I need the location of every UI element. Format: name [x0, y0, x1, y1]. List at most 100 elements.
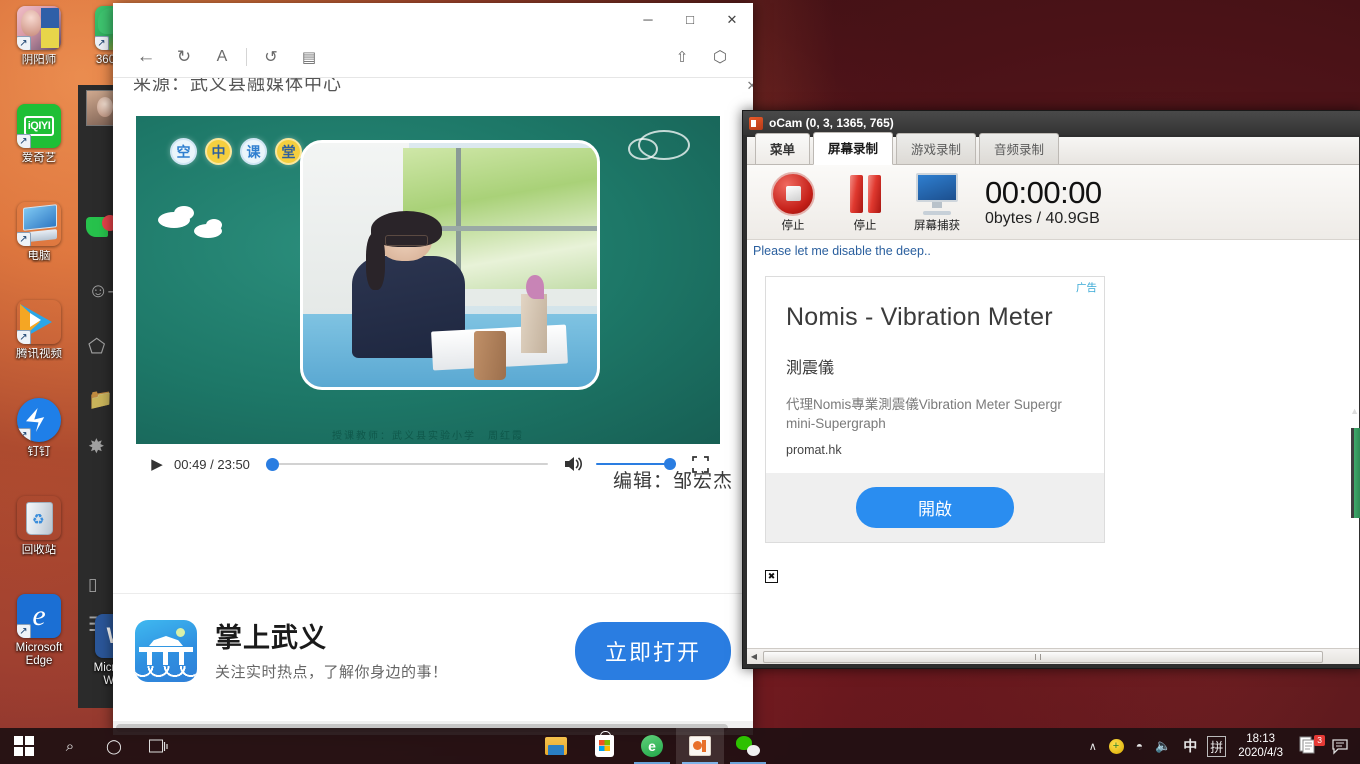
desktop-icon-label: Microsoft Edge [15, 642, 63, 667]
pause-stop-button[interactable]: 停止 [829, 172, 901, 233]
tab-menu[interactable]: 菜单 [755, 133, 811, 164]
notes-icon[interactable]: ▤ [290, 41, 328, 73]
volume-icon[interactable]: 🔈 [1149, 738, 1177, 754]
clock-area[interactable]: 18:13 2020/4/3 [1230, 732, 1291, 760]
progress-slider[interactable] [265, 456, 548, 472]
settings-gear-icon[interactable]: ✸ [88, 437, 105, 457]
ad-text-block: 掌上武义 关注实时热点，了解你身边的事！ [215, 621, 575, 682]
web-page-content: 来源：武义县融媒体中心 ✕ 空 中 课 堂 授课教师：武义县实验小学 周红霞 ▶… [113, 78, 753, 735]
ocam-body: 菜单 屏幕录制 游戏录制 音频录制 停止 停止 屏幕捕获 00:00:00 0b… [747, 132, 1359, 664]
desktop-icon-tencent-video[interactable]: ↗ 腾讯视频 [0, 294, 78, 392]
taskbar-360-browser[interactable]: e [628, 728, 676, 764]
ocam-window[interactable]: oCam (0, 3, 1365, 765) 菜单 屏幕录制 游戏录制 音频录制… [742, 110, 1360, 669]
desktop-icon-iqiyi[interactable]: iQIYI ↗ 爱奇艺 [0, 98, 78, 196]
page-close-icon[interactable]: ✕ [741, 78, 753, 97]
back-button[interactable]: ← [127, 41, 165, 73]
desktop-icon-onmyoji[interactable]: ↗ 阴阳师 [0, 0, 78, 98]
share-icon[interactable]: ⇧ [663, 41, 701, 73]
action-center-icon[interactable] [1326, 738, 1356, 755]
taskbar-file-explorer[interactable] [532, 728, 580, 764]
ad-subtitle: 关注实时热点，了解你身边的事！ [215, 663, 448, 681]
history-icon[interactable]: ↺ [252, 41, 290, 73]
desktop-icon-this-pc[interactable]: ↗ 电脑 [0, 196, 78, 294]
disk-usage-text: 0bytes / 40.9GB [985, 210, 1100, 227]
desktop-icon-recycle-bin[interactable]: ♻ 回收站 [0, 490, 78, 588]
collections-icon[interactable]: ⬡ [701, 41, 739, 73]
taskbar-wechat[interactable] [724, 728, 772, 764]
kongzhongketang-badges: 空 中 课 堂 [170, 138, 302, 165]
record-stop-button[interactable]: 停止 [757, 171, 829, 233]
toolbar-divider [246, 47, 247, 66]
windows-taskbar[interactable]: ⌕ ◯ e ∧ + ◓ 🔈 中 拼 18:13 2020/4/3 3 [0, 728, 1360, 764]
iqiyi-wordmark: iQIYI [23, 116, 55, 136]
edge-icon: e ↗ [17, 594, 61, 638]
nomis-ad-description-1: 代理Nomis專業測震儀Vibration Meter Supergr [786, 397, 1062, 412]
browser-window[interactable]: ─ □ ✕ ← ↻ A ↺ ▤ ⇧ ⬡ 来源：武义县融媒体中心 ✕ 空 中 课 … [113, 3, 753, 735]
show-hidden-icons-chevron[interactable]: ∧ [1083, 740, 1103, 753]
ocam-title-text: oCam (0, 3, 1365, 765) [769, 116, 894, 130]
refresh-icon[interactable]: ↻ [165, 41, 203, 73]
tab-game-record[interactable]: 游戏录制 [896, 133, 977, 164]
3d-viewer-icon[interactable]: ⬠ [88, 337, 105, 357]
page-ad-banner[interactable]: 掌上武义 关注实时热点，了解你身边的事！ 立即打开 [113, 593, 753, 708]
ad-open-button[interactable]: 立即打开 [574, 622, 731, 680]
maximize-button[interactable]: □ [669, 3, 711, 36]
ime-pinyin-icon[interactable]: 拼 [1207, 735, 1227, 757]
ocam-status-message: Please let me disable the deep.. [747, 240, 1359, 260]
desktop-icon-edge[interactable]: e ↗ Microsoft Edge [0, 588, 78, 686]
security-shield-icon[interactable]: + [1103, 738, 1130, 754]
nomis-ad-open-button[interactable]: 開啟 [856, 487, 1014, 528]
scroll-up-arrow-icon[interactable]: ▲ [1350, 406, 1359, 416]
badge-kong: 空 [170, 138, 197, 165]
minimize-button[interactable]: ─ [627, 3, 669, 36]
progress-thumb[interactable] [265, 457, 279, 471]
shortcut-arrow-icon: ↗ [17, 134, 31, 148]
notes-tray-icon[interactable]: 3 [1291, 734, 1326, 759]
reading-view-icon[interactable]: A [203, 41, 241, 73]
screen-capture-button[interactable]: 屏幕捕获 [901, 172, 973, 233]
recycle-bin-icon: ♻ [17, 496, 61, 540]
ime-mode-icon[interactable]: 中 [1177, 736, 1203, 756]
phone-icon[interactable]: ▯ [88, 575, 97, 595]
browser-title-bar[interactable]: ─ □ ✕ [113, 3, 753, 36]
tab-screen-record[interactable]: 屏幕录制 [813, 132, 894, 165]
scroll-left-arrow-icon[interactable]: ◀ [747, 652, 761, 661]
folder-icon[interactable]: 📁 [88, 390, 113, 410]
nomis-ad-card[interactable]: 广告 Nomis - Vibration Meter 測震儀 代理Nomis專業… [765, 276, 1105, 543]
windows-logo-icon [14, 736, 34, 756]
badge-tang: 堂 [275, 138, 302, 165]
desktop-icon-grid: ↗ 阴阳师 iQIYI ↗ 爱奇艺 ↗ 电脑 ↗ 腾讯视频 ↗ 钉钉 ♻ 回收站 [0, 0, 78, 686]
shortcut-arrow-icon: ↗ [17, 232, 31, 246]
nomis-ad-host: promat.hk [786, 443, 842, 457]
taskbar-app-buttons: e [532, 728, 772, 764]
system-tray: ∧ + ◓ 🔈 中 拼 18:13 2020/4/3 3 [1083, 728, 1360, 764]
task-view-icon[interactable] [136, 728, 180, 764]
taskbar-microsoft-store[interactable] [580, 728, 628, 764]
browser-toolbar: ← ↻ A ↺ ▤ ⇧ ⬡ [113, 36, 753, 78]
shortcut-arrow-icon: ↗ [17, 428, 31, 442]
zhangshangwuyi-app-icon [135, 620, 197, 682]
article-editor-line: 编辑：邹宏杰 [612, 471, 733, 492]
desktop-icon-dingtalk[interactable]: ↗ 钉钉 [0, 392, 78, 490]
start-button[interactable] [0, 728, 48, 764]
close-button[interactable]: ✕ [711, 3, 753, 36]
play-button[interactable]: ▶ [144, 451, 170, 477]
network-wifi-icon[interactable]: ◓ [1130, 739, 1149, 753]
ocam-hscroll-thumb[interactable] [763, 651, 1323, 663]
pause-stop-label: 停止 [853, 219, 877, 232]
speaker-icon[interactable] [560, 451, 586, 477]
video-player[interactable]: 空 中 课 堂 授课教师：武义县实验小学 周红霞 [136, 116, 720, 444]
desktop-icon-label: 回收站 [21, 544, 57, 556]
cortana-icon[interactable]: ◯ [92, 728, 136, 764]
nomis-ad-title[interactable]: Nomis - Vibration Meter [786, 303, 1104, 332]
ocam-tab-bar[interactable]: 菜单 屏幕录制 游戏录制 音频录制 [747, 132, 1359, 165]
shortcut-arrow-icon: ↗ [17, 330, 31, 344]
search-icon[interactable]: ⌕ [48, 728, 92, 764]
ad-close-icon[interactable]: ✖ [765, 570, 778, 583]
ocam-horizontal-scrollbar[interactable]: ◀ [747, 648, 1359, 664]
tab-audio-record[interactable]: 音频录制 [979, 133, 1060, 164]
progress-track[interactable] [265, 462, 548, 466]
screen-edge-scrollbar-thumb[interactable]: ▲ [1350, 406, 1360, 518]
taskbar-ocam[interactable] [676, 728, 724, 764]
desktop-icon-label: 爱奇艺 [21, 152, 57, 164]
